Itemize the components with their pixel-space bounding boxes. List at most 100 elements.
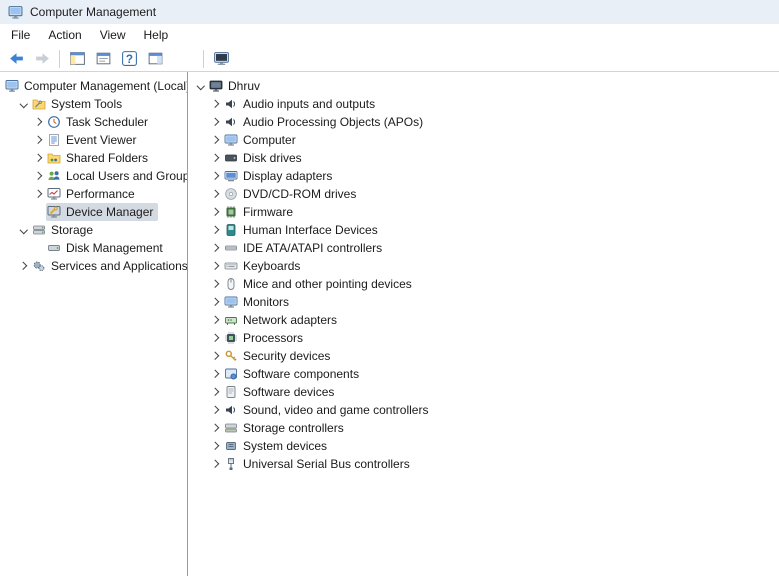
tree-item[interactable]: Local Users and Groups	[2, 167, 187, 185]
tree-item-content[interactable]: Shared Folders	[46, 149, 153, 167]
tree-item[interactable]: System devices	[194, 437, 779, 455]
chevron-icon[interactable]	[32, 149, 46, 167]
tree-item[interactable]: Disk Management	[2, 239, 187, 257]
chevron-icon[interactable]	[209, 149, 223, 167]
tree-item[interactable]: Disk drives	[194, 149, 779, 167]
tree-item[interactable]: Mice and other pointing devices	[194, 275, 779, 293]
chevron-icon[interactable]	[17, 221, 31, 239]
chevron-icon[interactable]	[209, 455, 223, 473]
menu-file[interactable]: File	[2, 25, 39, 45]
tree-item-content[interactable]: Computer Management (Local)	[4, 77, 187, 95]
tree-item-content[interactable]: Network adapters	[223, 311, 342, 329]
chevron-icon[interactable]	[209, 311, 223, 329]
chevron-icon[interactable]	[209, 113, 223, 131]
tree-item[interactable]: Device Manager	[2, 203, 187, 221]
tree-item[interactable]: Computer	[194, 131, 779, 149]
tree-item-content[interactable]: Monitors	[223, 293, 294, 311]
chevron-icon[interactable]	[209, 293, 223, 311]
tree-item-content[interactable]: Disk Management	[46, 239, 168, 257]
tree-item[interactable]: Network adapters	[194, 311, 779, 329]
chevron-icon[interactable]	[209, 239, 223, 257]
tree-item-content[interactable]: Storage controllers	[223, 419, 349, 437]
action-pane-button[interactable]	[143, 48, 167, 70]
chevron-icon[interactable]	[32, 185, 46, 203]
tree-item[interactable]: Firmware	[194, 203, 779, 221]
menu-view[interactable]: View	[91, 25, 135, 45]
tree-item-content[interactable]: Local Users and Groups	[46, 167, 187, 185]
chevron-icon[interactable]	[209, 383, 223, 401]
scan-hardware-button[interactable]	[209, 48, 233, 70]
tree-item-content[interactable]: System devices	[223, 437, 332, 455]
tree-item-content[interactable]: Dhruv	[208, 77, 265, 95]
chevron-icon[interactable]	[32, 167, 46, 185]
tree-item-content[interactable]: Audio Processing Objects (APOs)	[223, 113, 428, 131]
tree-item[interactable]: Storage controllers	[194, 419, 779, 437]
chevron-icon[interactable]	[209, 437, 223, 455]
chevron-icon[interactable]	[209, 365, 223, 383]
tree-item-content[interactable]: Audio inputs and outputs	[223, 95, 380, 113]
chevron-icon[interactable]	[194, 77, 208, 95]
tree-item[interactable]: Security devices	[194, 347, 779, 365]
tree-item[interactable]: Services and Applications	[2, 257, 187, 275]
tree-item[interactable]: Storage	[2, 221, 187, 239]
menu-help[interactable]: Help	[135, 25, 178, 45]
tree-item[interactable]: Sound, video and game controllers	[194, 401, 779, 419]
tree-item-content[interactable]: IDE ATA/ATAPI controllers	[223, 239, 387, 257]
properties-button[interactable]	[91, 48, 115, 70]
tree-item-content[interactable]: DVD/CD-ROM drives	[223, 185, 361, 203]
chevron-icon[interactable]	[209, 329, 223, 347]
tree-item[interactable]: Monitors	[194, 293, 779, 311]
tree-item[interactable]: Human Interface Devices	[194, 221, 779, 239]
tree-item-content[interactable]: Sound, video and game controllers	[223, 401, 433, 419]
tree-item[interactable]: Software devices	[194, 383, 779, 401]
chevron-icon[interactable]	[209, 203, 223, 221]
back-button[interactable]	[4, 48, 28, 70]
chevron-icon[interactable]	[32, 131, 46, 149]
tree-item-content[interactable]: Storage	[31, 221, 98, 239]
chevron-icon[interactable]	[209, 95, 223, 113]
tree-item-content[interactable]: Services and Applications	[31, 257, 187, 275]
tree-item-content[interactable]: Human Interface Devices	[223, 221, 383, 239]
tree-item-content[interactable]: Universal Serial Bus controllers	[223, 455, 415, 473]
chevron-icon[interactable]	[32, 113, 46, 131]
chevron-icon[interactable]	[209, 401, 223, 419]
chevron-icon[interactable]	[209, 131, 223, 149]
tree-item[interactable]: Event Viewer	[2, 131, 187, 149]
tree-item-content[interactable]: Task Scheduler	[46, 113, 153, 131]
tree-item-content[interactable]: Device Manager	[46, 203, 159, 221]
chevron-icon[interactable]	[209, 419, 223, 437]
tree-item-content[interactable]: Disk drives	[223, 149, 307, 167]
tree-item[interactable]: Display adapters	[194, 167, 779, 185]
tree-item-content[interactable]: Display adapters	[223, 167, 337, 185]
tree-item-content[interactable]: Security devices	[223, 347, 335, 365]
help-button[interactable]: ?	[117, 48, 141, 70]
menu-action[interactable]: Action	[39, 25, 90, 45]
tree-item[interactable]: Audio Processing Objects (APOs)	[194, 113, 779, 131]
tree-item-content[interactable]: Mice and other pointing devices	[223, 275, 417, 293]
tree-item[interactable]: Audio inputs and outputs	[194, 95, 779, 113]
tree-item[interactable]: Keyboards	[194, 257, 779, 275]
tree-item[interactable]: Dhruv	[194, 77, 779, 95]
tree-item-content[interactable]: Performance	[46, 185, 140, 203]
show-hide-console-tree-button[interactable]	[65, 48, 89, 70]
chevron-icon[interactable]	[209, 221, 223, 239]
tree-item[interactable]: DVD/CD-ROM drives	[194, 185, 779, 203]
tree-item-content[interactable]: Software devices	[223, 383, 339, 401]
chevron-icon[interactable]	[17, 257, 31, 275]
tree-item-content[interactable]: Processors	[223, 329, 308, 347]
tree-item[interactable]: Universal Serial Bus controllers	[194, 455, 779, 473]
forward-button[interactable]	[30, 48, 54, 70]
tree-item-content[interactable]: Keyboards	[223, 257, 305, 275]
chevron-icon[interactable]	[209, 275, 223, 293]
tree-item-content[interactable]: Event Viewer	[46, 131, 141, 149]
tree-item[interactable]: Processors	[194, 329, 779, 347]
tree-item[interactable]: Performance	[2, 185, 187, 203]
tree-item[interactable]: System Tools	[2, 95, 187, 113]
tree-item-content[interactable]: Software components	[223, 365, 364, 383]
tree-item[interactable]: Computer Management (Local)	[2, 77, 187, 95]
chevron-icon[interactable]	[209, 167, 223, 185]
chevron-icon[interactable]	[209, 185, 223, 203]
tree-item-content[interactable]: Computer	[223, 131, 301, 149]
chevron-icon[interactable]	[17, 95, 31, 113]
chevron-icon[interactable]	[209, 347, 223, 365]
